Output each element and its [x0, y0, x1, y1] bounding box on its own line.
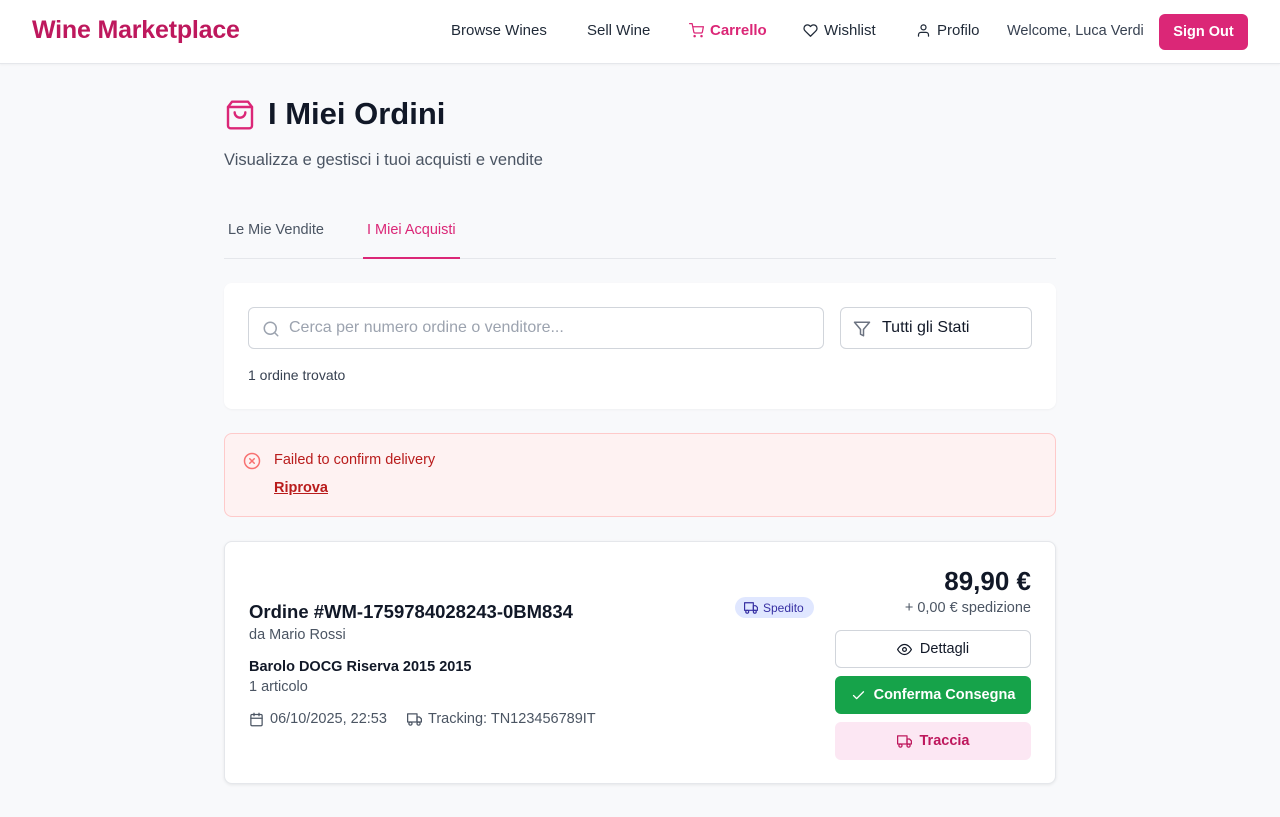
order-item-count: 1 articolo	[249, 679, 308, 695]
truck-icon	[407, 712, 422, 726]
user-icon	[917, 24, 930, 37]
order-item-name: Barolo DOCG Riserva 2015 2015	[249, 659, 472, 675]
nav-browse-label: Browse Wines	[451, 22, 547, 39]
search-field[interactable]	[248, 307, 824, 349]
order-total: 89,90 €	[944, 566, 1031, 596]
cart-icon	[689, 23, 704, 38]
search-icon	[263, 321, 279, 337]
confirm-delivery-button[interactable]: Conferma Consegna	[835, 676, 1031, 714]
tab-my-purchases[interactable]: I Miei Acquisti	[363, 210, 460, 259]
page-title: I Miei Ordini	[268, 96, 446, 131]
filter-panel: Tutti gli Stati 1 ordine trovato	[224, 283, 1056, 409]
truck-icon	[896, 734, 912, 748]
nav-cart[interactable]: Carrello	[689, 22, 767, 39]
heart-icon	[803, 24, 818, 37]
nav-sell-wine[interactable]: Sell Wine	[587, 22, 650, 39]
order-seller: da Mario Rossi	[249, 627, 346, 643]
nav-wishlist-label: Wishlist	[824, 22, 876, 39]
page-subtitle: Visualizza e gestisci i tuoi acquisti e …	[224, 151, 543, 169]
nav-cart-label: Carrello	[710, 22, 767, 39]
x-circle-icon	[243, 452, 261, 470]
top-navbar: Wine Marketplace Browse Wines Sell Wine …	[0, 0, 1280, 64]
status-badge: Spedito	[735, 597, 814, 618]
order-date-text: 06/10/2025, 22:53	[270, 711, 387, 727]
order-shipping: + 0,00 € spedizione	[904, 600, 1031, 616]
nav-sell-label: Sell Wine	[587, 22, 651, 39]
track-button-label: Traccia	[919, 733, 970, 749]
error-alert: Failed to confirm delivery Riprova	[224, 433, 1056, 517]
check-icon	[852, 690, 864, 699]
order-tabs: Le Mie Vendite I Miei Acquisti	[224, 210, 1056, 259]
order-date: 06/10/2025, 22:53	[249, 711, 387, 727]
sign-out-button[interactable]: Sign Out	[1159, 14, 1248, 50]
order-tracking-text: Tracking: TN123456789IT	[428, 711, 596, 727]
order-number: Ordine #WM-1759784028243-0BM834	[249, 601, 573, 622]
calendar-icon	[250, 712, 263, 726]
nav-browse-wines[interactable]: Browse Wines	[451, 22, 547, 39]
shopping-bag-icon	[226, 100, 254, 130]
confirm-delivery-label: Conferma Consegna	[873, 687, 1016, 703]
nav-profile[interactable]: Profilo	[916, 22, 980, 39]
error-message: Failed to confirm delivery	[274, 452, 436, 468]
status-badge-label: Spedito	[763, 600, 804, 615]
status-filter-select[interactable]: Tutti gli Stati	[840, 307, 1032, 349]
tab-my-sales[interactable]: Le Mie Vendite	[224, 210, 328, 259]
retry-link[interactable]: Riprova	[274, 480, 328, 496]
nav-profile-label: Profilo	[937, 22, 980, 39]
eye-icon	[896, 643, 912, 655]
truck-icon	[744, 601, 758, 614]
track-button[interactable]: Traccia	[835, 722, 1031, 760]
result-count: 1 ordine trovato	[248, 367, 346, 383]
filter-icon	[853, 321, 871, 337]
status-filter-value: Tutti gli Stati	[882, 319, 970, 336]
welcome-text: Welcome, Luca Verdi	[1007, 23, 1144, 39]
brand-logo[interactable]: Wine Marketplace	[32, 16, 240, 45]
order-card: Ordine #WM-1759784028243-0BM834 da Mario…	[224, 541, 1056, 784]
order-tracking: Tracking: TN123456789IT	[407, 711, 596, 727]
search-input[interactable]	[289, 308, 809, 348]
details-button[interactable]: Dettagli	[835, 630, 1031, 668]
details-button-label: Dettagli	[919, 641, 970, 657]
nav-wishlist[interactable]: Wishlist	[803, 22, 876, 39]
